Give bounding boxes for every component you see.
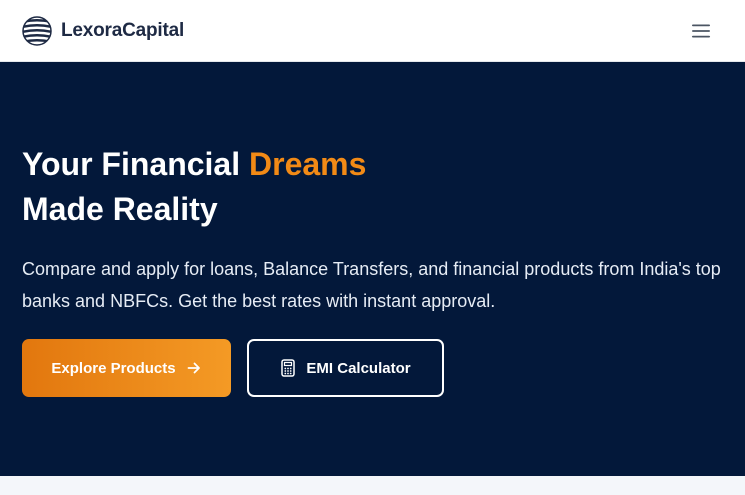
hamburger-menu-icon [692,24,710,38]
calculator-icon [280,359,296,377]
site-header: LexoraCapital [0,0,745,62]
explore-products-button[interactable]: Explore Products [22,339,231,397]
globe-stripes-icon [22,16,52,46]
hamburger-menu-button[interactable] [688,19,714,43]
hero-headline: Your Financial Dreams Made Reality [22,142,366,232]
hero-section: Your Financial Dreams Made Reality Compar… [0,62,745,476]
emi-calculator-button[interactable]: EMI Calculator [247,339,444,397]
emi-calculator-label: EMI Calculator [306,359,411,377]
headline-part2: Made Reality [22,191,218,227]
headline-part1: Your Financial [22,146,249,182]
arrow-right-icon [186,360,202,376]
next-section-edge [0,476,745,495]
headline-accent: Dreams [249,146,367,182]
explore-products-label: Explore Products [51,359,176,377]
hero-subtext: Compare and apply for loans, Balance Tra… [22,259,721,311]
brand-name: LexoraCapital [61,20,185,41]
brand-logo[interactable]: LexoraCapital [21,14,184,48]
